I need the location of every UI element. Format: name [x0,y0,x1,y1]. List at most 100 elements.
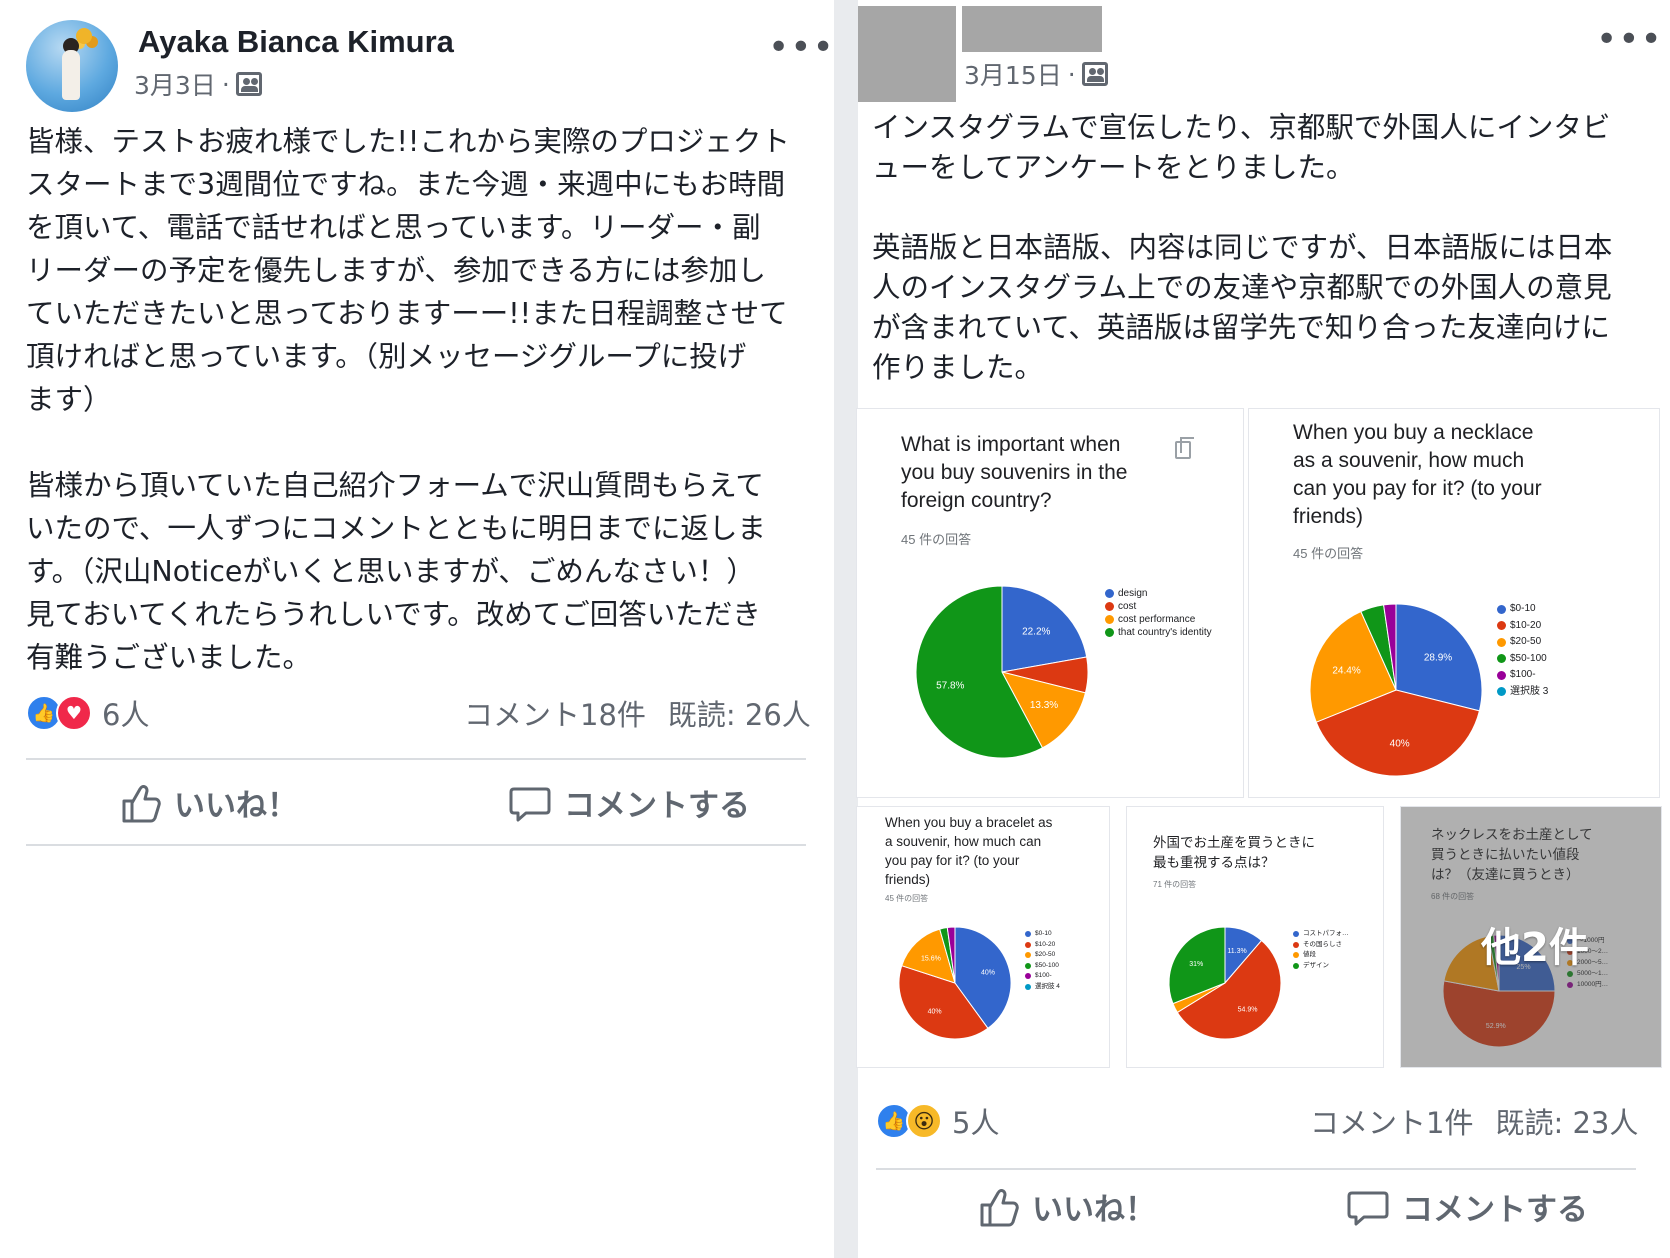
legend-label: $50-100 [1510,652,1547,664]
divider [26,758,806,760]
redacted-author-name[interactable] [962,6,1102,52]
thumbs-up-icon [122,784,161,822]
comment-bubble-icon [1347,1191,1389,1225]
legend-swatch [1497,604,1506,614]
chart-response-count: 45 件の回答 [885,894,929,903]
pie-slice-label: 54.9% [1238,1007,1258,1014]
legend-label: $100- [1510,669,1536,680]
legend-item: $0-10 [1025,929,1105,940]
legend-item: $100- [1025,971,1105,982]
divider [876,1168,1636,1170]
pie-slice-label: 28.9% [1424,653,1452,664]
post-date[interactable]: 3月3日 [134,66,216,102]
legend-swatch [1025,962,1031,969]
pie-slice-label: 40% [928,1008,942,1015]
pie-slice-label: 31% [1189,961,1203,968]
chart-response-count: 45 件の回答 [901,532,972,547]
comment-button[interactable]: コメントする [1346,1184,1588,1229]
reaction-summary[interactable]: 👍 ♥ 6人 [26,692,149,734]
more-photos-count[interactable]: 他2件 [1481,915,1589,973]
photo-chart-1[interactable]: What is important when you buy souvenirs… [856,408,1244,798]
legend-label: その国らしさ [1303,940,1342,948]
legend-item: $50-100 [1025,961,1105,972]
legend-swatch [1497,687,1506,697]
post-card-1: Ayaka Bianca Kimura 3月3日 · ••• 皆様、テストお疲れ… [0,0,834,1258]
photo-chart-3[interactable]: When you buy a bracelet as a souvenir, h… [856,806,1110,1068]
post-date[interactable]: 3月15日 [964,56,1062,92]
legend-label: $50-100 [1035,961,1059,969]
chart-legend: $0-10 $10-20 $20-50 $50-100 $100- 選択肢 4 [1025,929,1105,992]
photo-chart-5-more[interactable]: ネックレスをお土産として 買うときに払いたい値段 は？（友達に買うとき） 68 … [1400,806,1662,1068]
comment-bubble-icon [509,787,551,821]
legend-swatch [1293,941,1299,948]
legend-swatch [1497,637,1506,647]
comment-count[interactable]: コメント1件 [1310,1100,1473,1142]
chart-response-count: 71 件の回答 [1153,880,1197,889]
sunflower-image [76,28,92,44]
legend-item: $100- [1497,667,1617,684]
photo-chart-4[interactable]: 外国でお土産を買うときに 最も重視する点は？ 71 件の回答 11.3% 54.9… [1126,806,1384,1068]
legend-swatch [1105,615,1114,624]
pie-slice-label: 40% [981,970,995,977]
post-body-text: インスタグラムで宣伝したり、京都駅で外国人にインタビ ューをしてアンケートをとり… [872,111,1613,384]
chart-legend: コストパフォ… その国らしさ 値段 デザイン [1293,929,1373,971]
legend-swatch [1105,602,1114,611]
comment-button[interactable]: コメントする [508,780,750,825]
like-button[interactable]: いいね！ [118,780,298,825]
pie-slice-label: 13.3% [1030,700,1058,711]
pie-chart: 40% 40% 15.6% [898,926,1012,1040]
legend-swatch [1025,941,1031,948]
chart-response-count: 45 件の回答 [1293,546,1364,561]
legend-item: 値段 [1293,950,1373,961]
legend-label: $20-50 [1510,636,1542,647]
meta-separator: · [1067,59,1076,89]
avatar-figure-body [62,50,80,100]
legend-item: 選択肢 3 [1497,684,1617,701]
legend-swatch [1105,589,1114,598]
legend-swatch [1293,931,1299,938]
legend-swatch [1293,952,1299,959]
legend-label: $20-50 [1035,951,1056,958]
reaction-count: 5人 [952,1106,1000,1140]
legend-item: $0-10 [1497,601,1617,618]
legend-swatch [1497,670,1506,680]
post-body-text: 皆様、テストお疲れ様でした!!これから実際のプロジェクト スタートまで3週間位で… [26,125,790,674]
legend-item: cost performance [1105,613,1225,626]
legend-item: 選択肢 4 [1025,982,1105,993]
like-button-label: いいね！ [1032,1192,1156,1228]
legend-label: $100- [1035,972,1052,979]
seen-count[interactable]: 既読: 26人 [668,692,811,734]
pie-chart: 28.9% 40% 24.4% [1309,603,1483,777]
chart-title: 外国でお土産を買うときに 最も重視する点は？ [1153,835,1315,870]
post-meta: 3月3日 · [134,66,262,102]
pie-slice-label: 11.3% [1227,948,1246,955]
photo-chart-2[interactable]: When you buy a necklace as a souvenir, h… [1248,408,1660,798]
group-audience-icon [235,72,262,96]
author-name[interactable]: Ayaka Bianca Kimura [138,24,454,60]
reaction-summary[interactable]: 👍 😮 5人 [876,1100,999,1142]
comment-count[interactable]: コメント18件 [464,692,646,734]
pie-chart: 22.2% 13.3% 57.8% [915,585,1089,759]
divider [26,844,806,846]
legend-label: $0-10 [1035,930,1052,937]
legend-swatch [1497,621,1506,631]
wow-reaction-icon: 😮 [906,1103,942,1139]
seen-count[interactable]: 既読: 23人 [1495,1100,1638,1142]
legend-label: cost [1118,601,1137,612]
chart-legend: design cost cost performance that country's… [1105,587,1225,639]
thumbs-up-icon [980,1188,1019,1226]
chart-title: What is important when you buy souvenirs… [901,433,1128,512]
chart-legend: $0-10 $10-20 $20-50 $50-100 $100- 選択肢 3 [1497,601,1617,700]
legend-item: that country's identity [1105,626,1225,639]
legend-swatch [1025,931,1031,938]
more-options-button[interactable]: ••• [768,30,835,66]
redacted-avatar[interactable] [858,6,956,102]
legend-swatch [1293,962,1299,969]
legend-item: $20-50 [1025,950,1105,961]
avatar[interactable] [26,20,118,112]
legend-item: その国らしさ [1293,940,1373,951]
like-button[interactable]: いいね！ [976,1184,1156,1229]
more-options-button[interactable]: ••• [1596,22,1663,58]
legend-item: cost [1105,600,1225,613]
legend-item: $20-50 [1497,634,1617,651]
